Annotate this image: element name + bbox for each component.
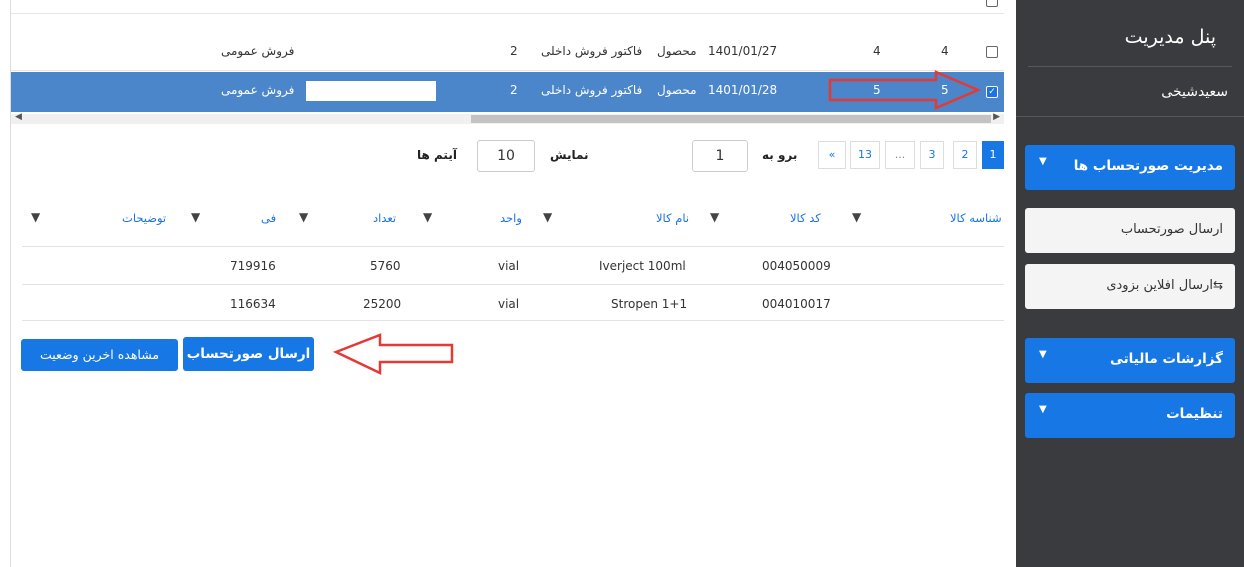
send-invoice-button[interactable]: ارسال صورتحساب [183,337,314,371]
menu-label: گزارشات مالیاتی [1109,351,1223,367]
invoice-n2: 4 [941,44,949,58]
filter-icon[interactable]: ▼ [710,210,719,224]
username: سعیدشیخی [1161,84,1228,100]
view-status-button[interactable]: مشاهده اخرین وضعیت [21,339,178,371]
items-label: آیتم ها [417,148,457,162]
menu-label: مدیریت صورتحساب ها [1073,158,1223,174]
horizontal-scrollbar[interactable]: ◀ ▶ [11,112,1004,124]
sidebar-divider [1016,116,1244,117]
invoice-name: فاکتور فروش داخلی [541,83,643,97]
col-header-unit[interactable]: واحد [500,211,522,225]
chevron-down-icon: ▼ [1039,156,1047,167]
panel-title: پنل مدیریت [1124,26,1216,48]
item-qty: 5760 [370,259,401,273]
page-13[interactable]: 13 [850,141,880,169]
filter-icon[interactable]: ▼ [31,210,40,224]
subitem-send-offline[interactable]: ⇆ارسال افلاین بزودی [1025,264,1235,309]
table-header-divider [22,246,1004,247]
row-checkbox[interactable] [986,0,998,7]
page-first-icon[interactable]: « [818,141,846,169]
redacted-field [306,81,436,101]
subitem-label-text: ارسال افلاین بزودی [1106,278,1213,293]
row-divider [22,284,1004,285]
chevron-down-icon: ▼ [1039,349,1047,360]
menu-tax-reports[interactable]: گزارشات مالیاتی ▼ [1025,338,1235,383]
filter-icon[interactable]: ▼ [852,210,861,224]
subitem-send-invoice[interactable]: ارسال صورتحساب [1025,208,1235,253]
page-1[interactable]: 1 [982,141,1004,169]
subitem-label: ⇆ارسال افلاین بزودی [1106,278,1223,293]
show-label: نمایش [550,148,589,162]
col-header-price[interactable]: فی [261,211,276,225]
col-header-name[interactable]: نام کالا [656,211,689,225]
item-price: 719916 [230,259,276,273]
page-size-input[interactable]: 10 [477,140,535,172]
row-checkbox[interactable] [986,46,998,58]
filter-icon[interactable]: ▼ [423,210,432,224]
item-code: 004010017 [762,297,831,311]
filter-icon[interactable]: ▼ [191,210,200,224]
scrollbar-thumb[interactable] [471,115,991,123]
invoice-type: فروش عمومی [221,83,295,97]
item-name: Stropen 1+1 [611,297,688,311]
invoice-date: 1401/01/28 [708,83,778,97]
menu-settings[interactable]: تنظیمات ▼ [1025,393,1235,438]
chevron-down-icon: ▼ [1039,404,1047,415]
sync-icon: ⇆ [1212,278,1223,292]
row-divider [22,320,1004,321]
item-name: Iverject 100ml [599,259,686,273]
page-2[interactable]: 2 [953,141,977,169]
col-header-desc[interactable]: توضیحات [122,211,166,225]
invoice-count: 2 [510,44,518,58]
annotation-arrow-right [828,70,982,110]
item-unit: vial [498,259,520,273]
filter-icon[interactable]: ▼ [543,210,552,224]
subitem-label: ارسال صورتحساب [1120,222,1223,237]
filter-icon[interactable]: ▼ [299,210,308,224]
scroll-right-icon[interactable]: ▶ [993,112,1000,122]
col-header-id[interactable]: شناسه کالا [950,211,1002,225]
invoice-date: 1401/01/27 [708,44,778,58]
menu-label: تنظیمات [1166,406,1223,422]
invoice-n1: 4 [873,44,881,58]
item-price: 116634 [230,297,276,311]
sidebar: پنل مدیریت سعیدشیخی مدیریت صورتحساب ها ▼… [1016,0,1244,567]
app-root: — — — — — — — فروش عمومی 2 فاکتور فروش د… [0,0,1244,567]
item-code: 004050009 [762,259,831,273]
annotation-arrow-left [332,333,454,375]
scroll-left-icon[interactable]: ◀ [15,112,22,122]
sidebar-divider [1028,66,1232,67]
goto-label: برو به [762,148,798,162]
invoice-name: فاکتور فروش داخلی [541,44,643,58]
invoice-row-partial: — — — — — — — [11,0,1004,14]
col-header-code[interactable]: کد کالا [790,211,821,225]
page-3[interactable]: 3 [920,141,944,169]
invoice-kind: محصول [657,44,697,58]
invoice-type: فروش عمومی [221,44,295,58]
page-ellipsis: ... [885,141,915,169]
menu-invoice-management[interactable]: مدیریت صورتحساب ها ▼ [1025,145,1235,190]
row-checkbox-checked[interactable]: ✓ [986,86,998,98]
item-qty: 25200 [363,297,402,311]
invoice-kind: محصول [657,83,697,97]
invoice-count: 2 [510,83,518,97]
goto-page-input[interactable]: 1 [692,140,748,172]
col-header-qty[interactable]: تعداد [373,211,396,225]
invoice-row[interactable]: فروش عمومی 2 فاکتور فروش داخلی محصول 140… [11,33,1004,71]
item-unit: vial [498,297,520,311]
